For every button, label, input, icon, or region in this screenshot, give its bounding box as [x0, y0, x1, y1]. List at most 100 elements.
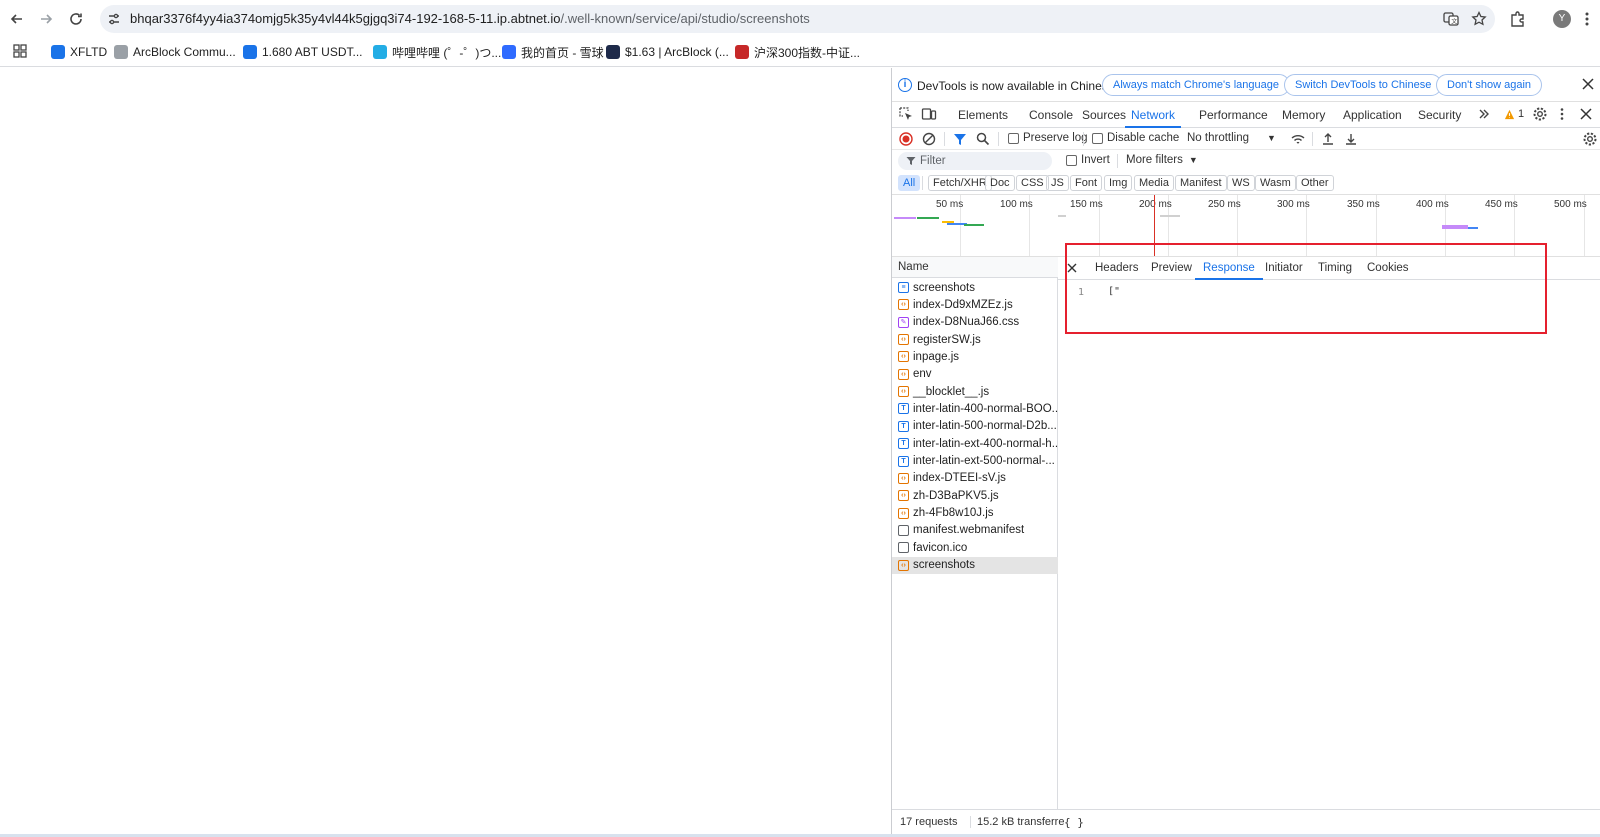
type-filter-font[interactable]: Font [1070, 175, 1103, 191]
timeline-bar [894, 217, 916, 219]
request-row[interactable]: Tinter-latin-500-normal-D2b... [892, 418, 1058, 435]
response-body[interactable]: [" [1108, 286, 1120, 297]
network-conditions-icon[interactable] [1290, 131, 1306, 147]
request-row[interactable]: ‹› index-Dd9xMZEz.js [892, 296, 1058, 313]
preserve-log-checkbox[interactable]: Preserve log [1008, 132, 1088, 144]
tab-memory[interactable]: Memory [1282, 102, 1325, 128]
dropdown-arrow-icon: ▼ [1188, 155, 1198, 165]
tab-network[interactable]: Network [1125, 102, 1182, 128]
timeline-overview[interactable]: 50 ms 100 ms 150 ms 200 ms 250 ms 300 ms… [892, 194, 1600, 257]
search-icon[interactable] [975, 131, 991, 147]
request-row[interactable]: ≡ screenshots [892, 279, 1058, 296]
inspect-element-icon[interactable] [898, 106, 914, 122]
reload-button[interactable] [65, 8, 87, 30]
close-icon[interactable] [1066, 262, 1078, 274]
bookmark-item[interactable]: 我的首页 - 雪球 [502, 44, 604, 60]
close-devtools-icon[interactable] [1578, 106, 1594, 122]
timeline-tick-label: 250 ms [1208, 199, 1241, 210]
timeline-bar [917, 217, 939, 219]
request-row[interactable]: ‹› __blocklet__.js [892, 383, 1058, 400]
request-row[interactable]: ‹› inpage.js [892, 348, 1058, 365]
close-icon[interactable] [1580, 76, 1596, 92]
import-har-icon[interactable] [1320, 131, 1336, 147]
tab-application[interactable]: Application [1343, 102, 1402, 128]
type-filter-ws[interactable]: WS [1227, 175, 1255, 191]
request-name: screenshots [913, 281, 976, 294]
filter-input[interactable]: Filter [898, 152, 1052, 170]
type-filter-doc[interactable]: Doc [985, 175, 1015, 191]
export-har-icon[interactable] [1343, 131, 1359, 147]
tab-console[interactable]: Console [1029, 102, 1073, 128]
type-filter-other[interactable]: Other [1296, 175, 1334, 191]
name-column-header[interactable]: Name [892, 257, 1058, 278]
profile-avatar[interactable]: Y [1553, 10, 1571, 28]
bookmark-item[interactable]: 沪深300指数-中证... [735, 44, 860, 60]
tab-security[interactable]: Security [1418, 102, 1461, 128]
resource-type-script-icon: ‹› [898, 507, 909, 519]
tab-response[interactable]: Response [1195, 257, 1263, 280]
site-info-icon[interactable] [106, 11, 122, 27]
translate-icon[interactable]: 文 [1442, 10, 1460, 28]
switch-chinese-button[interactable]: Switch DevTools to Chinese [1284, 74, 1443, 96]
apps-grid-icon[interactable] [12, 43, 28, 59]
extensions-icon[interactable] [1508, 9, 1528, 29]
bookmark-item[interactable]: XFLTD [51, 44, 107, 60]
request-row[interactable]: ✎ index-D8NuaJ66.css [892, 314, 1058, 331]
request-row[interactable]: ‹› zh-D3BaPKV5.js [892, 487, 1058, 504]
settings-gear-icon[interactable] [1532, 106, 1548, 122]
bookmark-item[interactable]: $1.63 | ArcBlock (... [606, 44, 729, 60]
request-row[interactable]: Tinter-latin-ext-500-normal-... [892, 453, 1058, 470]
tab-timing[interactable]: Timing [1318, 257, 1352, 280]
tab-cookies[interactable]: Cookies [1367, 257, 1409, 280]
tab-elements[interactable]: Elements [958, 102, 1008, 128]
match-language-button[interactable]: Always match Chrome's language [1102, 74, 1290, 96]
network-settings-icon[interactable] [1582, 131, 1598, 147]
forward-button[interactable] [35, 8, 57, 30]
type-filter-wasm[interactable]: Wasm [1255, 175, 1296, 191]
more-tabs-icon[interactable] [1476, 106, 1492, 122]
tab-preview[interactable]: Preview [1151, 257, 1192, 280]
throttling-select[interactable]: No throttling ▼ [1187, 132, 1276, 144]
warning-badge[interactable]: 1 [1504, 108, 1524, 120]
request-row[interactable]: ‹› registerSW.js [892, 331, 1058, 348]
tab-sources[interactable]: Sources [1082, 102, 1126, 128]
tab-headers[interactable]: Headers [1095, 257, 1138, 280]
bookmark-item[interactable]: ArcBlock Commu... [114, 44, 236, 60]
type-filter-media[interactable]: Media [1134, 175, 1174, 191]
type-filter-all[interactable]: All [898, 175, 921, 191]
request-row[interactable]: Tinter-latin-ext-400-normal-h... [892, 435, 1058, 452]
request-row[interactable]: ‹› index-DTEEI-sV.js [892, 470, 1058, 487]
invert-checkbox[interactable]: Invert [1066, 154, 1110, 166]
type-filter-js[interactable]: JS [1046, 175, 1069, 191]
tab-initiator[interactable]: Initiator [1265, 257, 1303, 280]
request-row[interactable]: manifest.webmanifest [892, 522, 1058, 539]
filter-icon[interactable] [952, 131, 968, 147]
dont-show-again-button[interactable]: Don't show again [1436, 74, 1543, 96]
detail-tabs: Headers Preview Response Initiator Timin… [1058, 257, 1600, 280]
type-filter-css[interactable]: CSS [1016, 175, 1049, 191]
clear-icon[interactable] [921, 131, 937, 147]
request-row[interactable]: Tinter-latin-400-normal-BOO... [892, 400, 1058, 417]
request-row[interactable]: ‹› env [892, 366, 1058, 383]
device-toolbar-icon[interactable] [921, 106, 937, 122]
pretty-print-icon[interactable]: { } [1064, 816, 1084, 829]
type-filter-fetch-xhr[interactable]: Fetch/XHR [928, 175, 992, 191]
bookmark-item[interactable]: 哔哩哔哩 (゜-゜)つ... [373, 44, 501, 60]
address-bar[interactable]: bhqar3376f4yy4ia374omjg5k35y4vl44k5gjgq3… [100, 5, 1495, 33]
devtools-tabs: Elements Console Sources Network Perform… [892, 102, 1600, 128]
more-filters-dropdown[interactable]: More filters ▼ [1126, 154, 1198, 166]
type-filter-manifest[interactable]: Manifest [1175, 175, 1227, 191]
request-row[interactable]: ‹› screenshots [892, 556, 1058, 574]
resource-type-script-icon: ‹› [898, 334, 909, 346]
customize-menu-icon[interactable] [1554, 106, 1570, 122]
request-row[interactable]: favicon.ico [892, 539, 1058, 556]
disable-cache-checkbox[interactable]: Disable cache [1092, 132, 1179, 144]
type-filter-img[interactable]: Img [1104, 175, 1133, 191]
back-button[interactable] [6, 8, 28, 30]
star-icon[interactable] [1470, 10, 1488, 28]
tab-performance[interactable]: Performance [1199, 102, 1268, 128]
bookmark-item[interactable]: 1.680 ABT USDT... [243, 44, 363, 60]
chrome-menu-icon[interactable] [1582, 9, 1592, 29]
request-row[interactable]: ‹› zh-4Fb8w10J.js [892, 505, 1058, 522]
record-icon[interactable] [898, 131, 914, 147]
